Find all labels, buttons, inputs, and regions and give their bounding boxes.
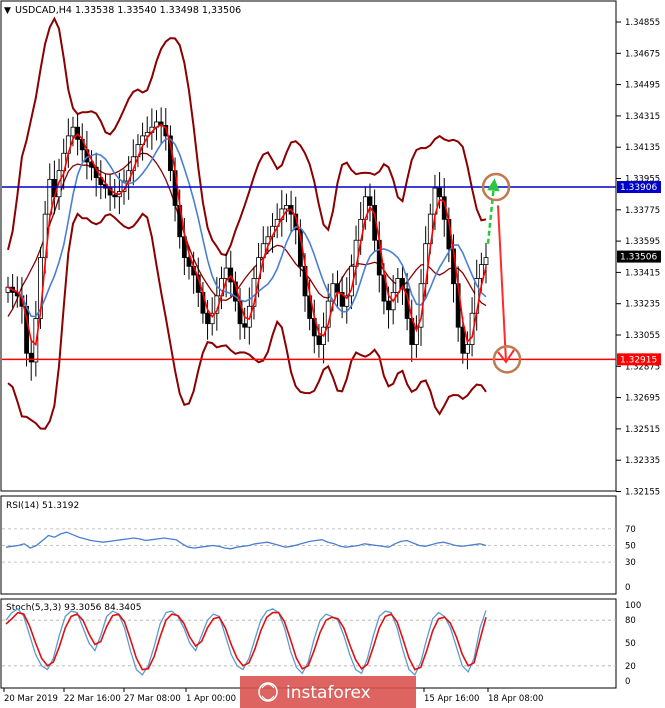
price-tick-label: 1.34855 xyxy=(625,18,660,28)
candle-body xyxy=(242,323,248,328)
price-tick-label: 1.34315 xyxy=(625,112,660,122)
chart: ▼ USDCAD,H4 1.33538 1.33540 1.33498 1,33… xyxy=(0,0,661,708)
price-tick-label: 1.34675 xyxy=(625,49,660,59)
candle-body xyxy=(367,196,373,206)
candle-body xyxy=(478,264,484,279)
price-tick-label: 1.33595 xyxy=(625,237,660,247)
price-tick-label: 1.34135 xyxy=(625,143,660,153)
chart-title: USDCAD,H4 1.33538 1.33540 1.33498 1,3350… xyxy=(15,5,241,16)
candle-body xyxy=(335,283,340,293)
rsi-tick-label: 70 xyxy=(625,525,636,535)
price-tick-label: 1.33055 xyxy=(625,331,660,341)
time-tick-label: 20 Mar 2019 xyxy=(4,694,58,704)
time-tick-label: 1 Apr 00:00 xyxy=(186,694,236,704)
price-tick-label: 1.34495 xyxy=(625,81,660,91)
time-tick-label: 27 Mar 08:00 xyxy=(124,694,181,704)
candle-body xyxy=(223,267,229,279)
price-tick-label: 1.32515 xyxy=(625,425,660,435)
candle-body xyxy=(316,335,322,345)
candle-body xyxy=(483,257,489,265)
candle-body xyxy=(437,187,442,198)
rsi-label: RSI(14) 51.3192 xyxy=(6,501,79,511)
candle-body xyxy=(70,126,76,137)
main-panel[interactable] xyxy=(0,0,617,492)
rsi-tick-label: 30 xyxy=(625,558,636,568)
stoch-tick-label: 50 xyxy=(625,639,636,649)
stoch-tick-label: 80 xyxy=(625,616,636,626)
watermark-text: instaforex xyxy=(286,683,371,703)
time-tick-label: 15 Apr 16:00 xyxy=(424,694,479,704)
candle-body xyxy=(284,205,289,210)
price-tick-label: 1.33775 xyxy=(625,206,660,216)
support-level-label: 1.32915 xyxy=(620,355,657,365)
price-tick-label: 1.33415 xyxy=(625,268,660,278)
rsi-tick-label: 0 xyxy=(625,583,630,593)
stoch-tick-label: 0 xyxy=(625,677,630,687)
stoch-tick-label: 20 xyxy=(625,662,636,672)
rsi-tick-label: 50 xyxy=(625,542,636,552)
price-tick-label: 1.33235 xyxy=(625,300,660,310)
candle-body xyxy=(112,194,118,198)
resistance-level-label: 1.33906 xyxy=(620,183,657,193)
candle-body xyxy=(28,352,34,363)
price-tick-label: 1.32155 xyxy=(625,488,660,498)
chart-dropdown-icon[interactable]: ▼ xyxy=(4,6,11,16)
stoch-tick-label: 100 xyxy=(625,601,641,611)
time-tick-label: 22 Mar 16:00 xyxy=(64,694,121,704)
price-tick-label: 1.32335 xyxy=(625,456,660,466)
candle-body xyxy=(205,312,210,325)
time-tick-label: 18 Apr 08:00 xyxy=(488,694,543,704)
rsi-panel[interactable] xyxy=(0,495,617,595)
price-tick-label: 1.32695 xyxy=(625,394,660,404)
candle-body xyxy=(465,344,470,354)
candle-body xyxy=(386,300,391,311)
current-price-label: 1.33506 xyxy=(620,253,657,263)
